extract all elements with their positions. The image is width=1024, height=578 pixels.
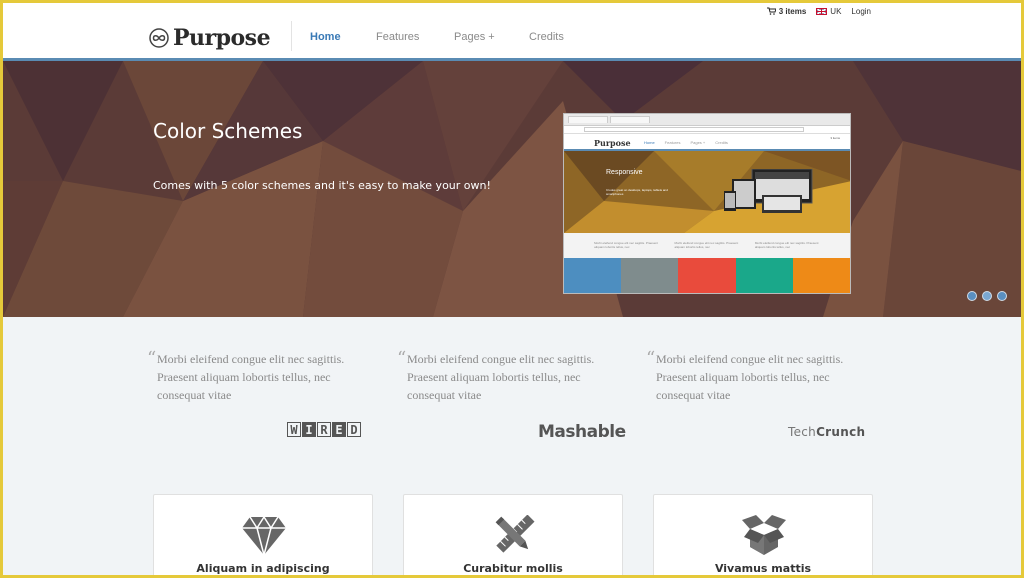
preview-url-field <box>584 127 804 132</box>
nav-home[interactable]: Home <box>310 31 376 43</box>
infinity-logo-icon <box>149 28 169 48</box>
preview-quote: Morbi eleifend congue elit nec sagittis.… <box>674 241 739 249</box>
preview-browser-tab <box>610 116 650 123</box>
preview-nav-item: Pages + <box>690 140 706 145</box>
swatch-blue <box>564 258 622 293</box>
brand-logo-techcrunch: TechCrunch <box>788 425 865 439</box>
techcrunch-suffix: Crunch <box>816 425 866 439</box>
preview-quote: Morbi eleifend congue elit nec sagittis.… <box>754 241 819 249</box>
language-selector[interactable]: UK <box>816 7 841 16</box>
preview-devices-image <box>724 169 813 213</box>
uk-flag-icon <box>816 7 828 15</box>
preview-hero-text: It looks great on desktops, laptops, tab… <box>606 188 668 196</box>
wired-letter: D <box>347 422 361 437</box>
theme-preview-screenshot: Purpose Home Features Pages + Credits 3 … <box>563 113 851 294</box>
wired-letter: R <box>317 422 331 437</box>
swatch-gray <box>621 258 679 293</box>
hero-subtitle: Comes with 5 color schemes and it's easy… <box>153 179 491 192</box>
preview-nav-item: Features <box>664 140 681 145</box>
preview-header: Purpose Home Features Pages + Credits 3 … <box>564 134 850 151</box>
swatch-red <box>678 258 736 293</box>
nav-features[interactable]: Features <box>376 31 454 43</box>
techcrunch-prefix: Tech <box>788 425 817 439</box>
testimonials-section: “ Morbi eleifend congue elit nec sagitti… <box>3 317 1021 487</box>
testimonial-text: Morbi eleifend congue elit nec sagittis.… <box>407 352 595 402</box>
nav-pages[interactable]: Pages + <box>454 31 529 43</box>
quote-mark-icon: “ <box>646 348 656 369</box>
feature-card-3[interactable]: Vivamus mattis <box>653 494 873 575</box>
preview-hero-title: Responsive <box>606 169 643 176</box>
nav-credits[interactable]: Credits <box>529 31 589 43</box>
login-link[interactable]: Login <box>851 7 871 16</box>
quote-mark-icon: “ <box>147 348 157 369</box>
wired-letter: E <box>332 422 346 437</box>
preview-testimonials: Morbi eleifend congue elit nec sagittis.… <box>564 233 850 258</box>
main-nav: Home Features Pages + Credits <box>310 31 589 43</box>
feature-card-2[interactable]: Curabitur mollis <box>403 494 623 575</box>
preview-nav-item: Credits <box>715 140 728 145</box>
preview-color-swatches <box>564 258 850 293</box>
slider-dot-3[interactable] <box>997 291 1007 301</box>
logo-text: Purpose <box>173 25 271 51</box>
preview-utility: 3 items <box>830 136 840 140</box>
site-logo[interactable]: Purpose <box>149 25 271 51</box>
cart-icon <box>766 7 776 15</box>
testimonial-3: “ Morbi eleifend congue elit nec sagitti… <box>646 348 871 404</box>
pencil-ruler-icon <box>495 515 535 553</box>
preview-nav-item: Home <box>644 140 655 145</box>
quote-mark-icon: “ <box>397 348 407 369</box>
preview-url-bar <box>564 126 850 134</box>
swatch-orange <box>792 258 850 293</box>
feature-title: Vivamus mattis <box>714 562 812 575</box>
brand-logo-mashable: Mashable <box>538 422 626 442</box>
preview-logo: Purpose <box>594 138 631 148</box>
page-frame: 3 items UK Login Purpose Home Features P… <box>3 3 1021 575</box>
hero-title: Color Schemes <box>153 119 303 143</box>
utility-bar: 3 items UK Login <box>766 4 871 18</box>
nav-divider <box>291 21 292 51</box>
open-box-icon <box>742 515 786 555</box>
feature-title: Curabitur mollis <box>463 562 563 575</box>
wired-letter: I <box>302 422 316 437</box>
testimonial-text: Morbi eleifend congue elit nec sagittis.… <box>656 352 844 402</box>
hero-slider: Color Schemes Comes with 5 color schemes… <box>3 61 1021 317</box>
preview-browser-chrome <box>564 114 850 126</box>
brand-logo-wired: W I R E D <box>287 422 361 437</box>
preview-nav: Home Features Pages + Credits <box>644 140 728 145</box>
slider-dot-2[interactable] <box>982 291 992 301</box>
cart-count: 3 items <box>778 6 807 16</box>
testimonial-1: “ Morbi eleifend congue elit nec sagitti… <box>147 348 372 404</box>
testimonial-text: Morbi eleifend congue elit nec sagittis.… <box>157 352 345 402</box>
swatch-green <box>735 258 793 293</box>
slider-dot-1[interactable] <box>967 291 977 301</box>
diamond-icon <box>242 515 286 555</box>
preview-quote: Morbi eleifend congue elit nec sagittis.… <box>594 241 658 249</box>
preview-hero: Responsive It looks great on desktops, l… <box>564 151 850 233</box>
wired-letter: W <box>287 422 301 437</box>
feature-card-1[interactable]: Aliquam in adipiscing <box>153 494 373 575</box>
testimonial-2: “ Morbi eleifend congue elit nec sagitti… <box>397 348 622 404</box>
slider-pagination <box>967 291 1007 301</box>
feature-title: Aliquam in adipiscing <box>196 562 330 575</box>
language-label: UK <box>830 6 842 16</box>
cart-link[interactable]: 3 items <box>766 6 807 16</box>
preview-browser-tab <box>568 116 608 123</box>
site-header: 3 items UK Login Purpose Home Features P… <box>3 3 1021 61</box>
